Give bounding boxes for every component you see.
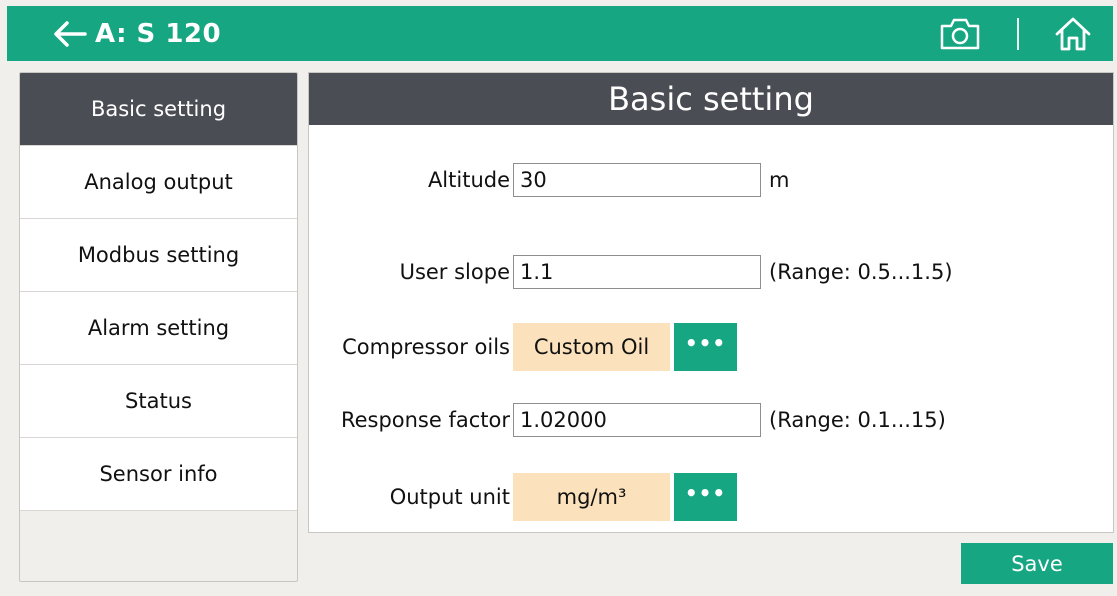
altitude-unit: m bbox=[769, 168, 790, 192]
output-unit-select[interactable]: mg/m³ bbox=[513, 473, 670, 521]
output-unit-more-button[interactable]: ••• bbox=[674, 473, 737, 521]
altitude-input[interactable] bbox=[513, 163, 761, 197]
home-button[interactable] bbox=[1051, 12, 1095, 56]
output-unit-row: Output unit mg/m³ ••• bbox=[309, 473, 1113, 521]
compressor-oils-more-button[interactable]: ••• bbox=[674, 323, 737, 371]
user-slope-range: (Range: 0.5...1.5) bbox=[769, 260, 953, 284]
compressor-oils-select[interactable]: Custom Oil bbox=[513, 323, 670, 371]
altitude-label: Altitude bbox=[427, 168, 510, 192]
compressor-oils-label: Compressor oils bbox=[342, 335, 510, 359]
camera-icon bbox=[940, 18, 980, 49]
device-title: A: S 120 bbox=[95, 18, 222, 49]
sidebar-item-basic-setting[interactable]: Basic setting bbox=[20, 73, 297, 146]
settings-panel: Basic setting Altitude m User slope (Ran… bbox=[308, 72, 1114, 533]
sidebar-item-analog-output[interactable]: Analog output bbox=[20, 146, 297, 219]
altitude-row: Altitude m bbox=[309, 163, 1113, 197]
compressor-oils-row: Compressor oils Custom Oil ••• bbox=[309, 323, 1113, 371]
user-slope-label: User slope bbox=[399, 260, 510, 284]
more-dots-icon: ••• bbox=[684, 481, 727, 505]
user-slope-row: User slope (Range: 0.5...1.5) bbox=[309, 255, 1113, 289]
camera-button[interactable] bbox=[937, 14, 983, 54]
top-bar: A: S 120 bbox=[7, 6, 1113, 61]
sidebar-item-sensor-info[interactable]: Sensor info bbox=[20, 438, 297, 511]
arrow-left-icon bbox=[54, 20, 87, 47]
response-factor-range: (Range: 0.1...15) bbox=[769, 408, 946, 432]
response-factor-label: Response factor bbox=[340, 408, 510, 432]
save-button[interactable]: Save bbox=[961, 543, 1113, 584]
sidebar-item-status[interactable]: Status bbox=[20, 365, 297, 438]
panel-title: Basic setting bbox=[309, 73, 1113, 125]
toolbar-divider bbox=[1017, 17, 1019, 50]
back-button[interactable] bbox=[51, 20, 89, 48]
response-factor-row: Response factor (Range: 0.1...15) bbox=[309, 403, 1113, 437]
output-unit-label: Output unit bbox=[389, 485, 510, 509]
more-dots-icon: ••• bbox=[684, 331, 727, 355]
sidebar: Basic setting Analog output Modbus setti… bbox=[19, 72, 298, 582]
response-factor-input[interactable] bbox=[513, 403, 761, 437]
user-slope-input[interactable] bbox=[513, 255, 761, 289]
sidebar-item-alarm-setting[interactable]: Alarm setting bbox=[20, 292, 297, 365]
home-icon bbox=[1055, 17, 1091, 50]
sidebar-item-modbus-setting[interactable]: Modbus setting bbox=[20, 219, 297, 292]
